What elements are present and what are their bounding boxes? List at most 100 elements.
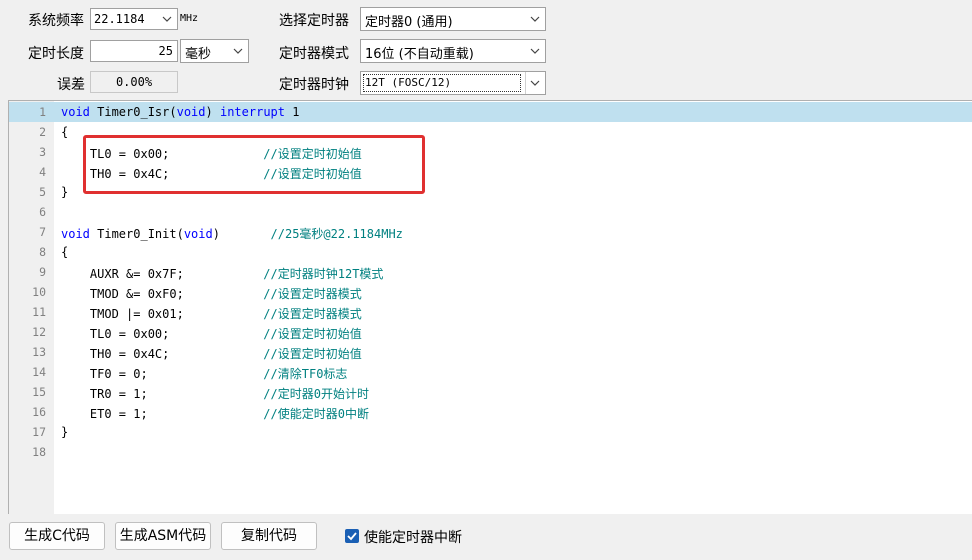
code-text: void Timer0_Init(void) //25毫秒@22.1184MHz	[61, 225, 403, 242]
code-text: TMOD &= 0xF0; //设置定时器模式	[61, 285, 362, 302]
code-token: ET0 = 1;	[61, 407, 264, 421]
line-number: 11	[32, 305, 46, 319]
code-token: Timer0_Init(	[89, 227, 184, 241]
chevron-down-icon	[530, 47, 540, 56]
keyword-token: void	[61, 105, 90, 119]
comment-token: //25毫秒@22.1184MHz	[270, 227, 403, 241]
select-timer-dropdown[interactable]: 定时器0 (通用)	[360, 7, 546, 31]
copy-code-button[interactable]: 复制代码	[221, 522, 317, 550]
code-token: )	[212, 227, 271, 241]
chevron-down-icon	[233, 47, 243, 56]
comment-token: //设置定时器模式	[263, 287, 362, 301]
code-text: TMOD |= 0x01; //设置定时器模式	[61, 305, 362, 322]
timer-mode-label: 定时器模式	[279, 46, 349, 62]
code-line[interactable]: 17}	[9, 422, 972, 442]
code-text: {	[61, 125, 68, 139]
line-number: 2	[39, 125, 46, 139]
error-label: 误差	[57, 77, 85, 93]
code-line[interactable]: 12 TL0 = 0x00; //设置定时初始值	[9, 322, 972, 342]
code-line[interactable]: 13 TH0 = 0x4C; //设置定时初始值	[9, 342, 972, 362]
comment-token: //定时器时钟12T模式	[263, 267, 384, 281]
timer-length-value: 25	[158, 44, 173, 58]
timer-clock-label: 定时器时钟	[279, 77, 349, 93]
sys-freq-input[interactable]: 22.1184	[90, 8, 178, 30]
code-line[interactable]: 14 TF0 = 0; //清除TF0标志	[9, 362, 972, 382]
code-text: AUXR &= 0x7F; //定时器时钟12T模式	[61, 265, 384, 282]
timer-unit-dropdown[interactable]: 毫秒	[180, 39, 249, 63]
line-number: 1	[39, 105, 46, 119]
line-number: 9	[39, 265, 46, 279]
code-token: TMOD &= 0xF0;	[61, 287, 264, 301]
code-line[interactable]: 1 void Timer0_Isr(void) interrupt 1	[9, 102, 972, 122]
error-readout: 0.00%	[90, 71, 178, 93]
line-number: 5	[39, 185, 46, 199]
code-line[interactable]: 18	[9, 442, 972, 462]
generate-asm-code-button[interactable]: 生成ASM代码	[115, 522, 211, 550]
code-token: TR0 = 1;	[61, 387, 264, 401]
code-line[interactable]: 6	[9, 202, 972, 222]
comment-token: //使能定时器0中断	[263, 407, 369, 421]
code-line[interactable]: 15 TR0 = 1; //定时器0开始计时	[9, 382, 972, 402]
comment-token: //设置定时初始值	[263, 327, 362, 341]
code-token: }	[61, 185, 69, 199]
line-number: 6	[39, 205, 46, 219]
line-number: 7	[39, 225, 46, 239]
code-token: 1	[285, 105, 300, 119]
sys-freq-unit: MHz	[180, 13, 199, 24]
dropdown-divider	[525, 72, 526, 94]
line-number: 18	[32, 445, 46, 459]
timer-mode-dropdown[interactable]: 16位 (不自动重载)	[360, 39, 546, 63]
code-token: TMOD |= 0x01;	[61, 307, 264, 321]
code-text: }	[61, 185, 68, 199]
chevron-down-icon	[530, 79, 540, 88]
code-line[interactable]: 9 AUXR &= 0x7F; //定时器时钟12T模式	[9, 262, 972, 282]
line-number: 16	[32, 405, 46, 419]
comment-token: //设置定时初始值	[263, 347, 362, 361]
line-number: 12	[32, 325, 46, 339]
timer-clock-value: 12T (FOSC/12)	[365, 76, 452, 89]
timer-unit-value: 毫秒	[185, 47, 212, 62]
code-line[interactable]: 10 TMOD &= 0xF0; //设置定时器模式	[9, 282, 972, 302]
annotation-box	[83, 135, 425, 194]
code-text: ET0 = 1; //使能定时器0中断	[61, 405, 369, 422]
code-text: TH0 = 0x4C; //设置定时初始值	[61, 345, 362, 362]
code-token: TH0 = 0x4C;	[61, 347, 264, 361]
enable-interrupt-checkbox[interactable]	[345, 529, 359, 543]
code-line[interactable]: 11 TMOD |= 0x01; //设置定时器模式	[9, 302, 972, 322]
code-line[interactable]: 7 void Timer0_Init(void) //25毫秒@22.1184MH…	[9, 222, 972, 242]
comment-token: //设置定时器模式	[263, 307, 362, 321]
code-token: {	[61, 125, 69, 139]
code-text: TF0 = 0; //清除TF0标志	[61, 365, 348, 382]
timer-mode-value: 16位 (不自动重载)	[365, 47, 474, 62]
timer-length-input[interactable]: 25	[90, 40, 178, 62]
code-text: TL0 = 0x00; //设置定时初始值	[61, 325, 362, 342]
timer-clock-dropdown[interactable]: 12T (FOSC/12)	[360, 71, 546, 95]
code-line[interactable]: 16 ET0 = 1; //使能定时器0中断	[9, 402, 972, 422]
code-token: AUXR &= 0x7F;	[61, 267, 264, 281]
generate-c-code-button[interactable]: 生成C代码	[9, 522, 105, 550]
error-value: 0.00%	[115, 75, 153, 89]
keyword-token: void	[176, 105, 206, 119]
chevron-down-icon	[530, 15, 540, 24]
comment-token: //定时器0开始计时	[263, 387, 369, 401]
comment-token: //清除TF0标志	[263, 367, 348, 381]
select-timer-label: 选择定时器	[279, 13, 349, 29]
timer-length-label: 定时长度	[28, 46, 84, 62]
code-text: void Timer0_Isr(void) interrupt 1	[61, 105, 299, 119]
sys-freq-value: 22.1184	[94, 12, 145, 26]
chevron-down-icon[interactable]	[162, 15, 172, 24]
code-editor[interactable]: 1 void Timer0_Isr(void) interrupt 1 2{3 TL…	[8, 100, 972, 514]
code-line[interactable]: 8{	[9, 242, 972, 262]
line-number: 8	[39, 245, 46, 259]
line-number: 3	[39, 145, 46, 159]
code-token: )	[205, 105, 220, 119]
line-number: 10	[32, 285, 46, 299]
line-number: 17	[32, 425, 46, 439]
keyword-token: void	[183, 227, 213, 241]
code-token: TF0 = 0;	[61, 367, 264, 381]
line-number: 4	[39, 165, 46, 179]
sys-freq-label: 系统频率	[28, 13, 84, 29]
line-number: 13	[32, 345, 46, 359]
line-number: 15	[32, 385, 46, 399]
code-text: TR0 = 1; //定时器0开始计时	[61, 385, 369, 402]
